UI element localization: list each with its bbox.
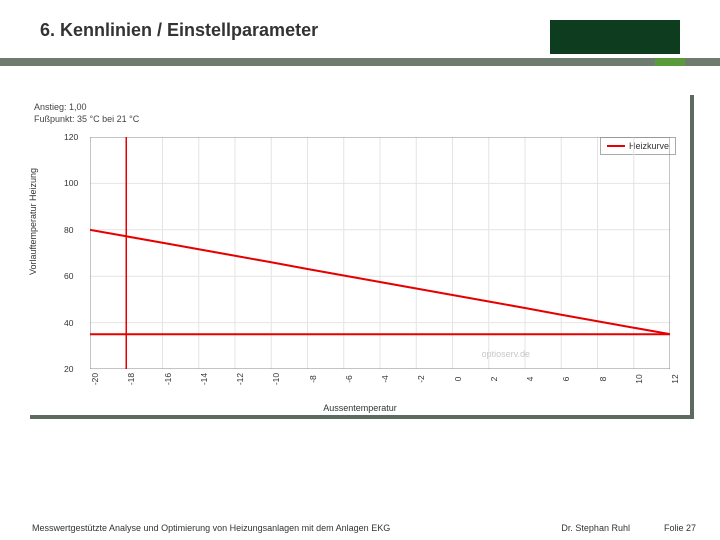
watermark: optioserv.de (482, 349, 530, 359)
x-tick: -14 (199, 373, 209, 385)
x-tick: -12 (235, 373, 245, 385)
chart-container: Anstieg: 1,00 Fußpunkt: 35 °C bei 21 °C … (30, 95, 694, 419)
x-tick: 10 (634, 374, 644, 383)
x-tick: -6 (344, 375, 354, 383)
x-tick: 0 (453, 377, 463, 382)
meta-line-1: Anstieg: 1,00 (34, 101, 139, 113)
x-tick: -18 (126, 373, 136, 385)
x-tick: -16 (163, 373, 173, 385)
y-tick: 100 (64, 178, 78, 188)
chart-meta: Anstieg: 1,00 Fußpunkt: 35 °C bei 21 °C (34, 101, 139, 125)
meta-line-2: Fußpunkt: 35 °C bei 21 °C (34, 113, 139, 125)
x-tick: -10 (271, 373, 281, 385)
x-tick: 8 (598, 377, 608, 382)
x-tick: -8 (308, 375, 318, 383)
footer-author: Dr. Stephan Ruhl (561, 523, 630, 533)
divider-bar (0, 58, 720, 66)
y-tick: 20 (64, 364, 73, 374)
plot-area: 20406080100120-20-18-16-14-12-10-8-6-4-2… (90, 137, 670, 369)
logo-block (550, 20, 680, 54)
x-tick: -4 (380, 375, 390, 383)
x-tick: -2 (416, 375, 426, 383)
x-tick: 2 (489, 377, 499, 382)
x-tick: 4 (525, 377, 535, 382)
x-tick: 12 (670, 374, 680, 383)
y-tick: 60 (64, 271, 73, 281)
footer: Messwertgestützte Analyse und Optimierun… (0, 516, 720, 540)
y-axis-label: Vorlauftemperatur Heizung (28, 168, 38, 275)
page-title: 6. Kennlinien / Einstellparameter (40, 20, 318, 41)
footer-page: Folie 27 (664, 523, 696, 533)
footer-text: Messwertgestützte Analyse und Optimierun… (32, 523, 390, 533)
y-tick: 120 (64, 132, 78, 142)
x-tick: -20 (90, 373, 100, 385)
y-tick: 40 (64, 318, 73, 328)
x-tick: 6 (561, 377, 571, 382)
y-tick: 80 (64, 225, 73, 235)
x-axis-label: Aussentemperatur (323, 403, 397, 413)
